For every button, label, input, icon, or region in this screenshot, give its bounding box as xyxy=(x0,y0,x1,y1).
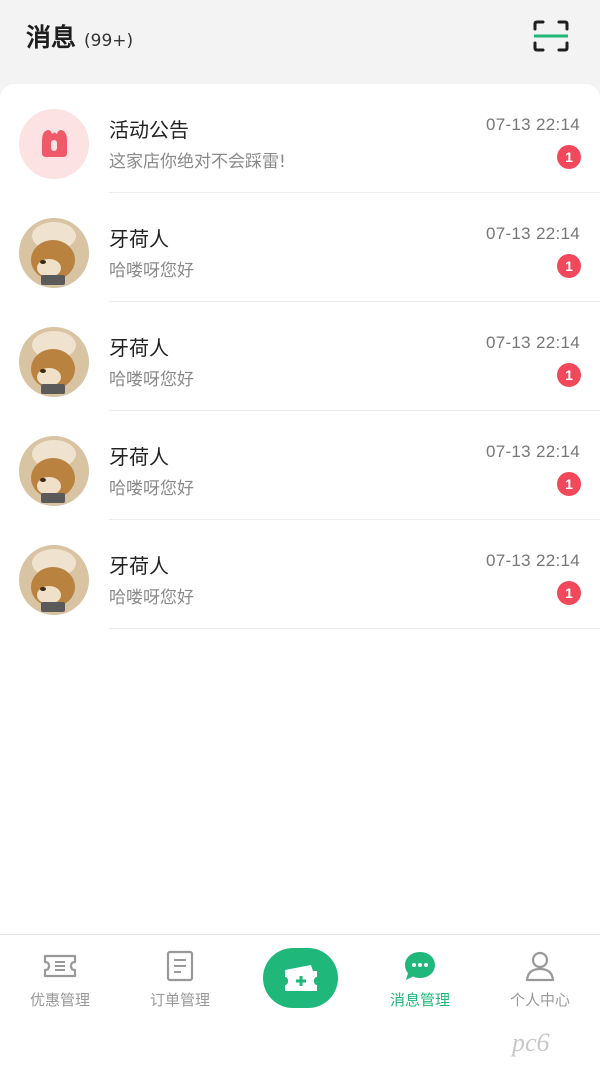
message-preview: 哈喽呀您好 xyxy=(109,261,194,281)
message-preview: 哈喽呀您好 xyxy=(109,370,194,390)
scan-button[interactable] xyxy=(532,19,570,53)
tab-personal-center[interactable]: 个人中心 xyxy=(480,935,600,1025)
unread-badge: 1 xyxy=(557,363,581,387)
sender-name: 牙荷人 xyxy=(109,554,169,578)
message-preview: 哈喽呀您好 xyxy=(109,588,194,608)
sender-name: 活动公告 xyxy=(109,118,189,142)
scan-icon xyxy=(533,20,569,52)
message-time: 07-13 22:14 xyxy=(485,224,580,243)
tab-label: 个人中心 xyxy=(509,991,570,1009)
page-title-text: 消息 xyxy=(26,23,77,52)
message-item[interactable]: 牙荷人 哈喽呀您好 07-13 22:14 1 xyxy=(0,302,600,411)
message-item[interactable]: 牙荷人 哈喽呀您好 07-13 22:14 1 xyxy=(0,193,600,302)
message-time: 07-13 22:14 xyxy=(485,333,580,352)
unread-badge: 1 xyxy=(557,145,581,169)
page-title: 消息 (99+) xyxy=(26,18,133,54)
announcement-avatar xyxy=(19,109,89,179)
sender-name: 牙荷人 xyxy=(109,227,169,251)
tab-order-management[interactable]: 订单管理 xyxy=(120,935,240,1025)
message-preview: 这家店你绝对不会踩雷! xyxy=(109,152,286,172)
dog-avatar xyxy=(19,436,89,506)
person-icon xyxy=(525,951,555,982)
message-item[interactable]: 牙荷人 哈喽呀您好 07-13 22:14 1 xyxy=(0,411,600,520)
unread-badge: 1 xyxy=(557,581,581,605)
unread-badge: 1 xyxy=(557,472,581,496)
tab-label: 优惠管理 xyxy=(29,991,90,1009)
divider xyxy=(109,628,600,629)
dog-avatar xyxy=(19,218,89,288)
coupon-icon xyxy=(43,954,77,978)
message-count: (99+) xyxy=(84,31,134,51)
add-ticket-icon xyxy=(284,965,317,991)
unread-badge: 1 xyxy=(557,254,581,278)
bottom-tab-bar: 优惠管理 订单管理 消息管理 个人中心 xyxy=(0,934,600,1067)
announcement-icon xyxy=(19,109,89,179)
tab-label: 订单管理 xyxy=(149,991,210,1009)
message-item[interactable]: 牙荷人 哈喽呀您好 07-13 22:14 1 xyxy=(0,520,600,629)
order-icon xyxy=(166,950,194,982)
tab-label: 消息管理 xyxy=(389,991,450,1009)
sender-name: 牙荷人 xyxy=(109,336,169,360)
add-ticket-button[interactable] xyxy=(263,948,338,1008)
message-time: 07-13 22:14 xyxy=(485,442,580,461)
dog-avatar xyxy=(19,545,89,615)
message-time: 07-13 22:14 xyxy=(485,115,580,134)
message-list: 活动公告 这家店你绝对不会踩雷! 07-13 22:14 1 牙荷人 哈喽呀您好… xyxy=(0,84,600,934)
message-time: 07-13 22:14 xyxy=(485,551,580,570)
dog-avatar xyxy=(19,327,89,397)
message-item-announcement[interactable]: 活动公告 这家店你绝对不会踩雷! 07-13 22:14 1 xyxy=(0,84,600,193)
message-icon xyxy=(405,952,435,980)
tab-coupon-management[interactable]: 优惠管理 xyxy=(0,935,120,1025)
sender-name: 牙荷人 xyxy=(109,445,169,469)
watermark: pc6 xyxy=(512,1028,550,1057)
tab-message-management[interactable]: 消息管理 xyxy=(360,935,480,1025)
message-preview: 哈喽呀您好 xyxy=(109,479,194,499)
header: 消息 (99+) xyxy=(0,0,600,84)
